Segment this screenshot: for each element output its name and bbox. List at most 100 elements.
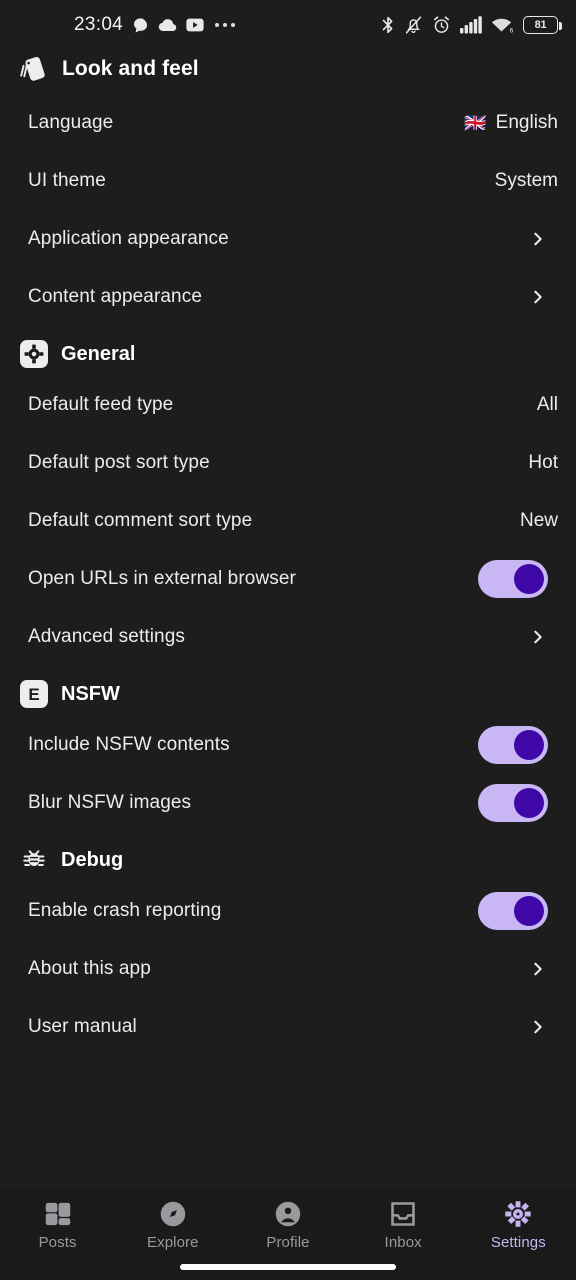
notifications-muted-icon	[405, 16, 422, 34]
flag-icon: 🇬🇧	[464, 113, 487, 133]
battery-indicator: 81	[523, 16, 562, 34]
device-shake-icon	[20, 56, 45, 81]
settings-row-trailing	[530, 231, 558, 247]
settings-row[interactable]: Blur NSFW images	[0, 774, 576, 832]
nav-item-settings[interactable]: Settings	[461, 1200, 576, 1251]
overflow-dots-icon	[215, 23, 236, 27]
settings-row-label: Enable crash reporting	[28, 900, 222, 921]
section-header-nsfw: E NSFW	[0, 666, 576, 716]
nav-item-inbox[interactable]: Inbox	[346, 1200, 461, 1251]
settings-row[interactable]: Default feed type All	[0, 376, 576, 434]
settings-row-trailing: New	[520, 510, 558, 532]
gear-badge-icon	[20, 340, 48, 368]
explicit-badge-icon: E	[20, 680, 48, 708]
settings-row-label: Content appearance	[28, 286, 202, 307]
wifi-icon: 6	[491, 18, 514, 34]
toggle-knob	[514, 564, 544, 594]
settings-row-label: Advanced settings	[28, 626, 185, 647]
status-bar: 23:04 6 81	[0, 0, 576, 50]
settings-row-label: Include NSFW contents	[28, 734, 230, 755]
battery-percent: 81	[534, 19, 547, 31]
settings-row-label: About this app	[28, 958, 151, 979]
cellular-signal-icon	[460, 16, 482, 34]
toggle-knob	[514, 730, 544, 760]
settings-row[interactable]: Content appearance	[0, 268, 576, 326]
section-header-general: General	[0, 326, 576, 376]
settings-row[interactable]: Open URLs in external browser	[0, 550, 576, 608]
toggle-switch[interactable]	[478, 892, 548, 930]
nav-item-label: Explore	[147, 1234, 199, 1251]
settings-row-trailing	[478, 892, 558, 930]
settings-row-label: Default feed type	[28, 394, 174, 415]
bug-icon	[23, 850, 45, 866]
gear-icon	[505, 1201, 532, 1227]
settings-row-trailing	[530, 289, 558, 305]
settings-row-value: English	[495, 112, 558, 133]
settings-row-trailing	[530, 1019, 558, 1035]
section-header-label: General	[61, 342, 136, 365]
nav-item-explore[interactable]: Explore	[115, 1200, 230, 1251]
settings-row-label: Blur NSFW images	[28, 792, 192, 813]
settings-row-trailing: Hot	[528, 452, 558, 474]
nav-item-posts[interactable]: Posts	[0, 1200, 115, 1251]
toggle-knob	[514, 788, 544, 818]
svg-text:6: 6	[510, 28, 514, 34]
settings-row-trailing: System	[495, 170, 558, 192]
settings-row-label: Default comment sort type	[28, 510, 253, 531]
settings-row-value: New	[519, 510, 558, 531]
page-header: Look and feel	[0, 50, 576, 94]
grid-icon	[45, 1202, 70, 1226]
settings-row[interactable]: Default post sort type Hot	[0, 434, 576, 492]
nav-item-label: Inbox	[384, 1234, 422, 1251]
settings-row[interactable]: UI theme System	[0, 152, 576, 210]
home-indicator[interactable]	[0, 1264, 576, 1270]
chat-bubble-icon	[134, 17, 148, 33]
settings-row-label: Default post sort type	[28, 452, 210, 473]
toggle-switch[interactable]	[478, 784, 548, 822]
page-title: Look and feel	[62, 57, 199, 80]
person-circle-icon	[275, 1201, 301, 1227]
section-header-label: Debug	[61, 848, 124, 871]
settings-row-trailing	[530, 629, 558, 645]
cloud-icon	[158, 18, 177, 31]
settings-row-trailing: All	[537, 394, 558, 416]
section-header-debug: Debug	[0, 832, 576, 882]
explicit-badge-letter: E	[28, 684, 40, 704]
youtube-icon	[186, 18, 204, 32]
settings-row[interactable]: Language 🇬🇧 English	[0, 94, 576, 152]
settings-row-trailing	[478, 784, 558, 822]
alarm-icon	[433, 16, 450, 33]
compass-icon	[160, 1201, 186, 1227]
settings-row[interactable]: Enable crash reporting	[0, 882, 576, 940]
toggle-knob	[514, 896, 544, 926]
settings-row-value: All	[536, 394, 558, 415]
settings-row-trailing	[478, 726, 558, 764]
settings-row[interactable]: Default comment sort type New	[0, 492, 576, 550]
settings-row-label: Application appearance	[28, 228, 229, 249]
nav-item-profile[interactable]: Profile	[230, 1200, 345, 1251]
toggle-switch[interactable]	[478, 560, 548, 598]
settings-row-value: Hot	[528, 452, 558, 473]
nav-item-label: Settings	[490, 1234, 546, 1251]
settings-list[interactable]: Language 🇬🇧 English UI theme System Applicati…	[0, 94, 576, 1188]
status-bar-left: 23:04	[16, 14, 236, 36]
phone-screen: 23:04 6 81 Look and feel Language 🇬🇧 Eng…	[0, 0, 576, 1280]
settings-row-trailing	[530, 961, 558, 977]
nav-item-label: Profile	[266, 1234, 310, 1251]
chevron-right-icon	[534, 630, 542, 644]
settings-row[interactable]: Application appearance	[0, 210, 576, 268]
settings-row[interactable]: Advanced settings	[0, 608, 576, 666]
settings-row-value: System	[494, 170, 558, 191]
toggle-switch[interactable]	[478, 726, 548, 764]
settings-row-label: Open URLs in external browser	[28, 568, 296, 589]
chevron-right-icon	[534, 1020, 542, 1034]
settings-row-label: UI theme	[28, 170, 106, 191]
settings-row[interactable]: User manual	[0, 998, 576, 1056]
settings-row[interactable]: About this app	[0, 940, 576, 998]
settings-row-trailing: 🇬🇧 English	[464, 112, 558, 134]
settings-row-label: Language	[28, 112, 114, 133]
chevron-right-icon	[534, 290, 542, 304]
settings-row-label: User manual	[28, 1016, 137, 1037]
settings-row-trailing	[478, 560, 558, 598]
settings-row[interactable]: Include NSFW contents	[0, 716, 576, 774]
